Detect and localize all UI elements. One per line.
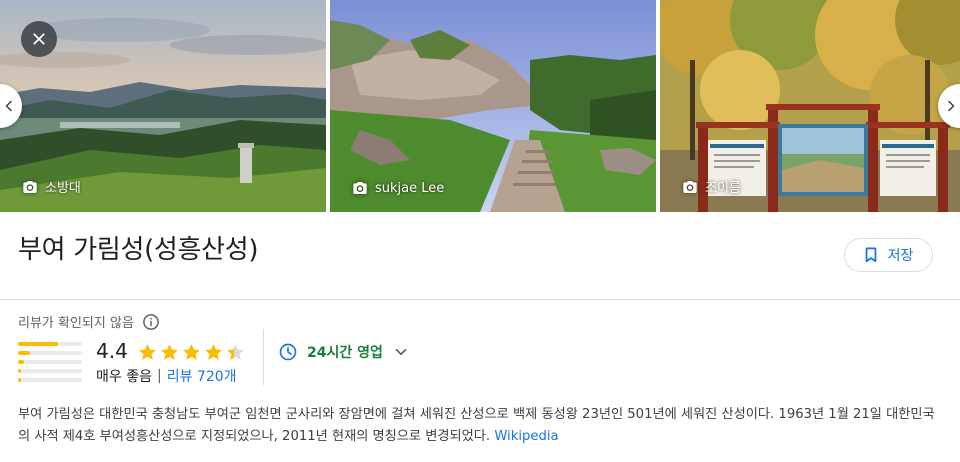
rating-summary: 매우 좋음 | 리뷰 720개 bbox=[96, 366, 237, 386]
rating-bar-fill bbox=[18, 360, 25, 364]
star-icon bbox=[183, 344, 200, 360]
rating-bar-fill bbox=[18, 351, 30, 355]
rating-distribution[interactable] bbox=[18, 342, 82, 387]
vertical-divider bbox=[263, 329, 264, 385]
clock-icon bbox=[279, 343, 297, 361]
review-count-link[interactable]: 리뷰 720개 bbox=[167, 366, 237, 386]
save-button[interactable]: 저장 bbox=[844, 238, 933, 272]
description-text: 부여 가림성은 대한민국 충청남도 부여군 임천면 군사리와 장암면에 걸쳐 세… bbox=[18, 407, 935, 444]
star-icon bbox=[139, 344, 156, 360]
star-icon bbox=[161, 344, 178, 360]
rating-stars bbox=[137, 342, 246, 363]
photo-credit-2[interactable]: sukjae Lee bbox=[352, 180, 444, 196]
chevron-down-icon bbox=[395, 348, 407, 356]
photo-credit-name: 조이름 bbox=[705, 181, 741, 196]
opening-hours[interactable]: 24시간 영업 bbox=[278, 342, 410, 362]
photo-credit-name: 소방대 bbox=[45, 181, 81, 196]
chevron-left-icon bbox=[5, 100, 12, 112]
star-icon bbox=[205, 344, 222, 360]
rating-bar bbox=[18, 342, 82, 346]
section-divider bbox=[0, 299, 960, 300]
photo-3[interactable]: 조이름 bbox=[660, 0, 960, 212]
rating-bar-fill bbox=[18, 378, 22, 382]
photo-credit-3[interactable]: 조이름 bbox=[682, 177, 741, 196]
rating-bar-fill bbox=[18, 369, 22, 373]
rating-separator: | bbox=[156, 368, 162, 384]
rating-word: 매우 좋음 bbox=[96, 369, 152, 385]
rating-bar bbox=[18, 360, 82, 364]
rating-bar bbox=[18, 351, 82, 355]
camera-icon bbox=[683, 180, 697, 193]
star-icon bbox=[227, 344, 244, 360]
save-button-label: 저장 bbox=[887, 248, 914, 264]
photo-credit-1[interactable]: 소방대 bbox=[22, 177, 81, 196]
chevron-right-icon bbox=[948, 100, 955, 112]
camera-icon bbox=[23, 180, 37, 193]
wikipedia-link[interactable]: Wikipedia bbox=[494, 429, 558, 444]
rating-bar-fill bbox=[18, 342, 58, 346]
photo-2[interactable]: sukjae Lee bbox=[330, 0, 656, 212]
photo-gallery: 소방대 sukjae Lee 조이름 bbox=[0, 0, 960, 212]
review-note-text: 리뷰가 확인되지 않음 bbox=[18, 316, 134, 331]
review-verification-note: 리뷰가 확인되지 않음 bbox=[18, 312, 160, 331]
rating-bar bbox=[18, 378, 82, 382]
camera-icon bbox=[353, 182, 367, 194]
close-icon bbox=[33, 33, 45, 45]
rating-bar bbox=[18, 369, 82, 373]
close-button[interactable] bbox=[21, 21, 57, 57]
place-description: 부여 가림성은 대한민국 충청남도 부여군 임천면 군사리와 장암면에 걸쳐 세… bbox=[18, 404, 943, 448]
info-icon[interactable] bbox=[142, 313, 160, 331]
place-title: 부여 가림성(성흥산성) bbox=[18, 235, 259, 265]
rating-value: 4.4 bbox=[96, 339, 128, 363]
photo-credit-name: sukjae Lee bbox=[375, 180, 445, 196]
hours-label: 24시간 영업 bbox=[307, 345, 383, 361]
bookmark-icon bbox=[865, 247, 876, 263]
